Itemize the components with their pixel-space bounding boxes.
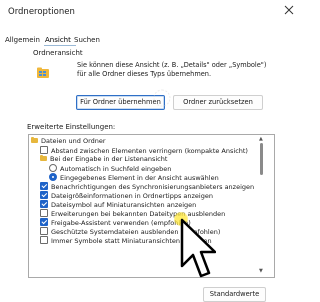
- checkbox[interactable]: [40, 191, 48, 199]
- tab-ansicht[interactable]: Ansicht: [45, 36, 71, 44]
- checkbox[interactable]: [40, 209, 48, 217]
- radio-button[interactable]: [49, 173, 57, 181]
- scroll-down-arrow-icon[interactable]: ▼: [259, 268, 263, 274]
- scroll-up-arrow-icon[interactable]: ▲: [259, 136, 263, 142]
- list-item-label: Eingegebenes Element in der Ansicht ausw…: [60, 174, 219, 182]
- list-item-label: Dateien und Ordner: [41, 137, 106, 145]
- list-item-label: Automatisch in Suchfeld eingeben: [60, 165, 172, 173]
- tab-suchen[interactable]: Suchen: [74, 36, 100, 44]
- checkbox[interactable]: [40, 218, 48, 226]
- list-item-label: Erweiterungen bei bekannten Dateitypen a…: [51, 210, 226, 218]
- folder-view-description: Sie können diese Ansicht (z. B. „Details…: [77, 61, 277, 78]
- checkbox[interactable]: [40, 200, 48, 208]
- tab-allgemein[interactable]: Allgemein: [5, 36, 40, 44]
- list-item[interactable]: Erweiterungen bei bekannten Dateitypen a…: [40, 209, 225, 218]
- folder-view-icon: [37, 67, 49, 78]
- dialog-title: Ordneroptionen: [8, 7, 75, 17]
- advanced-settings-label: Erweiterte Einstellungen:: [27, 123, 116, 131]
- list-item[interactable]: Bei der Eingabe in der Listenansicht: [40, 154, 168, 164]
- checkbox[interactable]: [40, 227, 48, 235]
- list-item[interactable]: Eingegebenes Element in der Ansicht ausw…: [49, 173, 219, 182]
- close-icon[interactable]: [284, 5, 294, 15]
- list-item[interactable]: Freigabe-Assistent verwenden (empfohlen): [40, 218, 191, 227]
- list-item[interactable]: Dateisymbol auf Miniaturansichten anzeig…: [40, 200, 196, 209]
- list-item[interactable]: Dateigrößeinformationen in Ordnertipps a…: [40, 191, 213, 200]
- list-item-label: Bei der Eingabe in der Listenansicht: [50, 155, 168, 163]
- list-item[interactable]: Automatisch in Suchfeld eingeben: [49, 164, 171, 173]
- watermark-icon: [153, 89, 171, 107]
- list-item[interactable]: Abstand zwischen Elementen verringern (k…: [40, 146, 248, 155]
- folder-icon: [31, 136, 38, 143]
- active-tab-indicator: [44, 45, 76, 46]
- scrollbar-thumb[interactable]: [260, 143, 263, 175]
- list-item-label: Dateigrößeinformationen in Ordnertipps a…: [51, 192, 213, 200]
- checkbox[interactable]: [40, 182, 48, 190]
- mouse-pointer-icon: [180, 218, 216, 278]
- radio-button[interactable]: [49, 164, 57, 172]
- folder-view-description-line2: für alle Ordner dieses Typs übernehmen.: [77, 69, 212, 78]
- reset-folders-button[interactable]: Ordner zurücksetzen: [173, 95, 263, 110]
- list-item-label: Abstand zwischen Elementen verringern (k…: [51, 147, 248, 155]
- folder-view-description-line1: Sie können diese Ansicht (z. B. „Details…: [77, 61, 267, 69]
- list-item-label: Dateisymbol auf Miniaturansichten anzeig…: [51, 201, 197, 209]
- checkbox[interactable]: [40, 146, 48, 154]
- list-item[interactable]: Dateien und Ordner: [31, 136, 106, 146]
- list-item[interactable]: Benachrichtigungen des Synchronisierungs…: [40, 182, 254, 191]
- folder-view-section-label: Ordneransicht: [33, 49, 83, 57]
- advanced-settings-list[interactable]: Dateien und Ordner Abstand zwischen Elem…: [28, 134, 275, 278]
- folder-icon: [40, 154, 47, 161]
- checkbox[interactable]: [40, 236, 48, 244]
- list-item-label: Freigabe-Assistent verwenden (empfohlen): [51, 219, 191, 227]
- list-item-label: Benachrichtigungen des Synchronisierungs…: [51, 183, 255, 191]
